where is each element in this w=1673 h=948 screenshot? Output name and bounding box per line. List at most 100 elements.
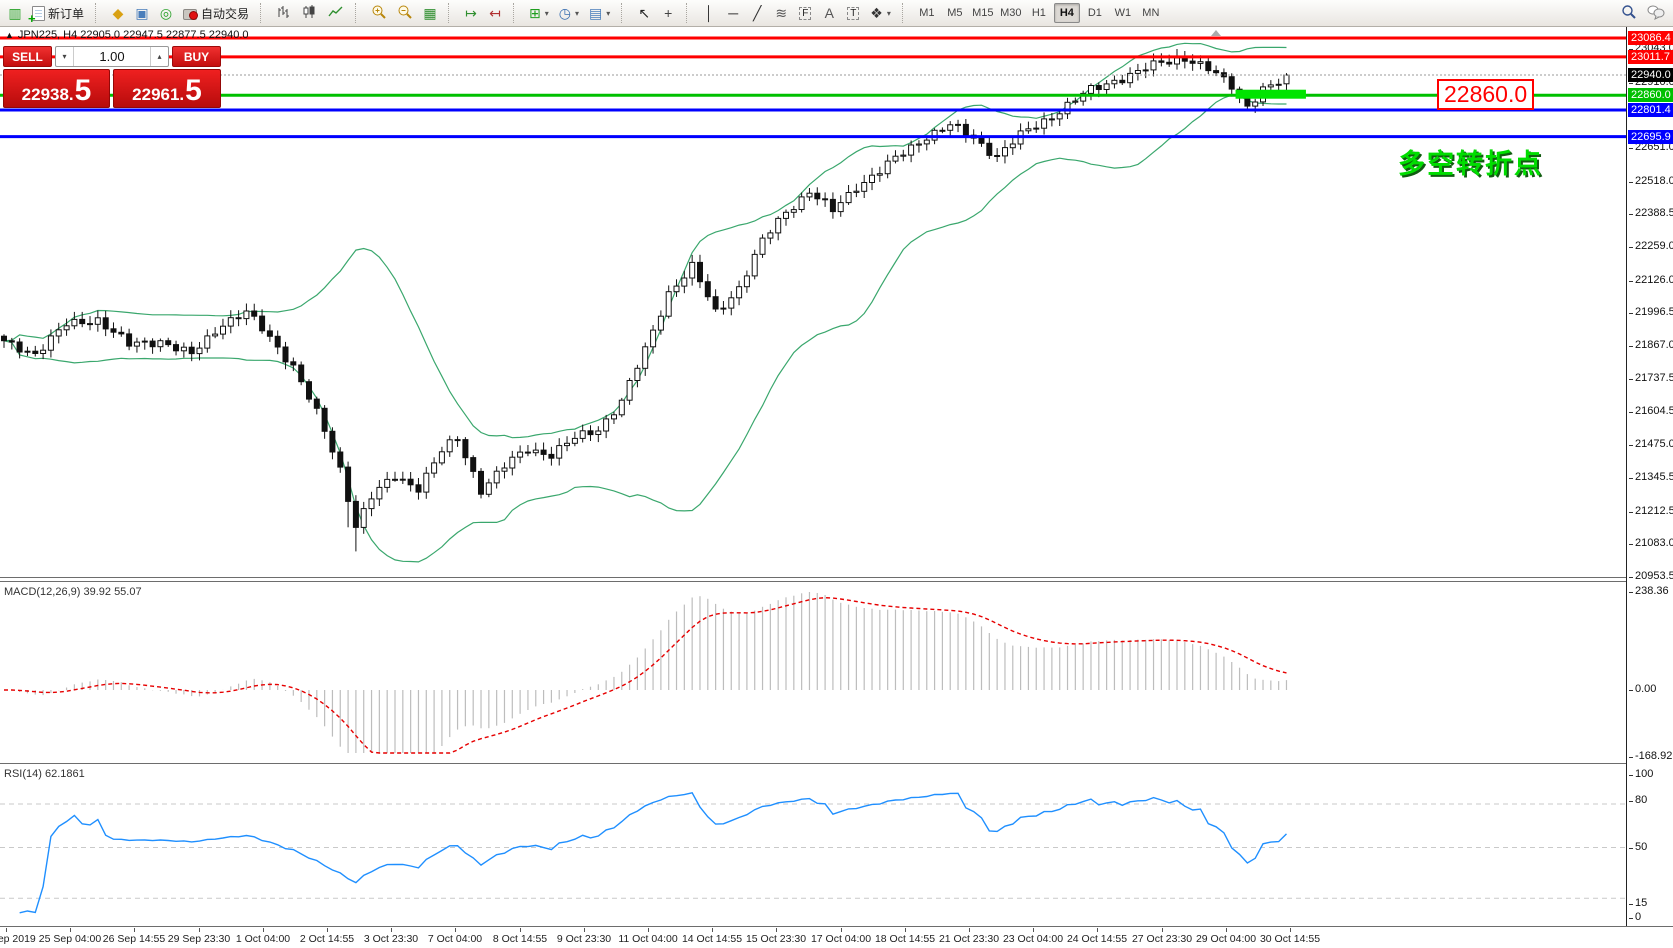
time-axis-label: 18 Oct 14:55 (875, 933, 935, 945)
vertical-line-icon[interactable]: │ (698, 2, 720, 24)
timeframe-button-m15[interactable]: M15 (970, 3, 996, 23)
periods-button-glyph: ◷ (559, 6, 571, 20)
indicators-button[interactable]: ⊞▾ (525, 2, 553, 24)
shapes-button[interactable]: ❖▾ (866, 2, 895, 24)
candlestick-chart-icon[interactable] (298, 2, 322, 24)
price-axis-tick: 21604.5 (1629, 405, 1673, 417)
price-axis-tick: 21475.0 (1629, 438, 1673, 450)
search-icon[interactable] (1617, 2, 1641, 24)
horizontal-line-icon-glyph: ─ (728, 6, 738, 20)
volume-stepper: ▾ 1.00 ▴ (55, 46, 169, 67)
autotrading-button[interactable]: 自动交易 (179, 2, 253, 24)
app-icon-glyph: ▥ (8, 6, 21, 20)
price-axis-tick: 22126.0 (1629, 274, 1673, 286)
sell-button[interactable]: SELL (3, 46, 52, 67)
crosshair-icon[interactable]: + (657, 2, 679, 24)
time-axis-label: 23 Oct 04:00 (1003, 933, 1063, 945)
price-axis-tick: 21212.5 (1629, 505, 1673, 517)
timeframe-button-h4[interactable]: H4 (1054, 3, 1080, 23)
price-axis-tick: 21083.0 (1629, 537, 1673, 549)
templates-button-dropdown-arrow[interactable]: ▾ (606, 9, 610, 18)
macd-panel[interactable]: MACD(12,26,9) 39.92 55.07 (0, 583, 1626, 760)
time-axis-tick (263, 928, 264, 932)
rsi-axis-tick: 0 (1629, 911, 1641, 923)
new-order-button-label: 新订单 (48, 5, 84, 22)
trendline-icon[interactable]: ╱ (746, 2, 768, 24)
templates-button-glyph: ▤ (589, 6, 602, 20)
search-icon-glyph (1621, 4, 1637, 22)
sell-price-frac: 5 (75, 77, 92, 105)
auto-scroll-icon[interactable]: ↦ (460, 2, 482, 24)
timeframe-button-w1[interactable]: W1 (1110, 3, 1136, 23)
time-axis-label: 26 Sep 14:55 (103, 933, 165, 945)
time-axis-tick (6, 928, 7, 932)
chat-icon[interactable] (1643, 2, 1669, 24)
bar-chart-icon[interactable] (272, 2, 296, 24)
sell-price-display[interactable]: 22938.5 (3, 69, 110, 108)
metaeditor-icon[interactable]: ◆ (107, 2, 129, 24)
horizontal-line-icon[interactable]: ─ (722, 2, 744, 24)
chart-shift-icon-glyph: ↤ (489, 6, 501, 20)
indicators-button-dropdown-arrow[interactable]: ▾ (545, 9, 549, 18)
time-axis-tick (455, 928, 456, 932)
timeframe-button-m5[interactable]: M5 (942, 3, 968, 23)
fibonacci-icon-glyph: ≋ (775, 6, 787, 20)
buy-button[interactable]: BUY (172, 46, 221, 67)
shapes-button-dropdown-arrow[interactable]: ▾ (887, 9, 891, 18)
periods-button[interactable]: ◷▾ (555, 2, 583, 24)
price-axis-label-22695.9: 22695.9 (1628, 130, 1673, 144)
timeframe-button-m30[interactable]: M30 (998, 3, 1024, 23)
crosshair-icon-glyph: + (664, 6, 672, 20)
volume-decrease-button[interactable]: ▾ (56, 47, 74, 66)
fibonacci-icon[interactable]: ≋ (770, 2, 792, 24)
price-axis[interactable]: 23043.022910.022780.522651.022518.022388… (1626, 27, 1673, 926)
terminal-icon[interactable]: ▣ (131, 2, 153, 24)
macd-axis-tick: 238.36 (1629, 585, 1669, 597)
text-label-icon-glyph: T (847, 7, 859, 20)
signals-icon[interactable]: ◎ (155, 2, 177, 24)
time-axis-tick (1226, 928, 1227, 932)
text-icon[interactable]: A (818, 2, 840, 24)
rsi-axis-tick: 15 (1629, 897, 1647, 909)
price-axis-label-22860.0: 22860.0 (1628, 88, 1673, 102)
zoom-in-icon[interactable] (367, 2, 391, 24)
time-axis-label: 27 Oct 23:30 (1132, 933, 1192, 945)
fibo-channel-icon[interactable]: F (794, 2, 816, 24)
toolbar-separator (260, 3, 267, 23)
line-chart-icon[interactable] (324, 2, 348, 24)
price-axis-label-23011.7: 23011.7 (1628, 50, 1673, 64)
timeframe-button-m1[interactable]: M1 (914, 3, 940, 23)
templates-button[interactable]: ▤▾ (585, 2, 614, 24)
toolbar-separator (621, 3, 628, 23)
tile-windows-icon[interactable]: ▦ (419, 2, 441, 24)
time-axis[interactable]: 23 Sep 201925 Sep 04:0026 Sep 14:5529 Se… (0, 928, 1673, 948)
new-order-button[interactable]: 新订单 (28, 2, 88, 24)
cursor-icon[interactable]: ↖ (633, 2, 655, 24)
chart-shift-icon[interactable]: ↤ (484, 2, 506, 24)
time-axis-tick (1033, 928, 1034, 932)
periods-button-dropdown-arrow[interactable]: ▾ (575, 9, 579, 18)
timeframe-button-h1[interactable]: H1 (1026, 3, 1052, 23)
time-axis-label: 24 Oct 14:55 (1067, 933, 1127, 945)
one-click-toggle-icon[interactable]: ▲ (5, 30, 14, 40)
panel-separator[interactable] (0, 577, 1673, 582)
price-axis-tick: 21996.5 (1629, 306, 1673, 318)
buy-price-main: 22961. (132, 85, 184, 105)
volume-increase-button[interactable]: ▴ (150, 47, 168, 66)
zoom-out-icon[interactable] (393, 2, 417, 24)
macd-values: 39.92 55.07 (83, 586, 141, 598)
timeframe-button-d1[interactable]: D1 (1082, 3, 1108, 23)
rsi-panel[interactable]: RSI(14) 62.1861 (0, 765, 1626, 926)
metaeditor-icon-glyph: ◆ (113, 6, 124, 20)
main-chart-area[interactable]: ▲JPN225, H4 22905.0 22947.5 22877.5 2294… (0, 27, 1626, 577)
rsi-value: 62.1861 (45, 768, 85, 780)
autotrading-icon (183, 7, 198, 20)
time-axis-label: 30 Oct 14:55 (1260, 933, 1320, 945)
rsi-name: RSI(14) (4, 768, 42, 780)
price-axis-label-23086.4: 23086.4 (1628, 31, 1673, 45)
volume-input[interactable]: 1.00 (74, 47, 150, 66)
timeframe-button-mn[interactable]: MN (1138, 3, 1164, 23)
text-label-icon[interactable]: T (842, 2, 864, 24)
main-toolbar: ▥新订单◆▣◎自动交易▦↦↤⊞▾◷▾▤▾↖+│─╱≋FAT❖▾M1M5M15M3… (0, 0, 1673, 27)
buy-price-display[interactable]: 22961.5 (113, 69, 221, 108)
